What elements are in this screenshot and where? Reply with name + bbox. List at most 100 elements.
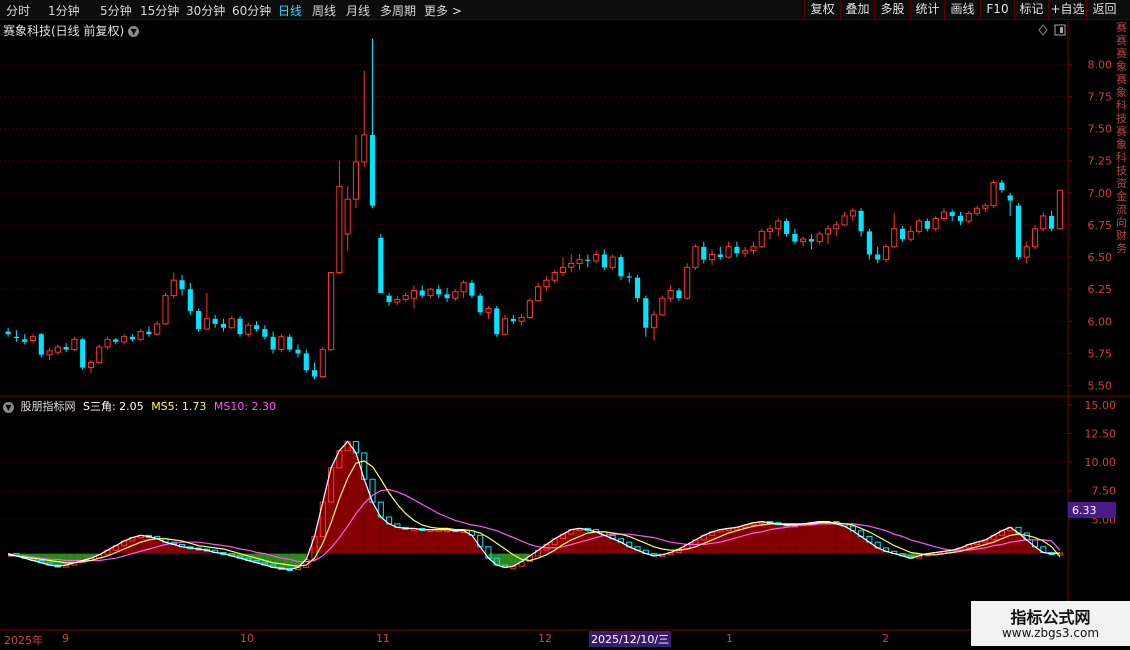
candle-body [460, 282, 467, 293]
candle-body [676, 290, 682, 299]
date-axis: 2025年 9 10 11 12 2025/12/10/三 1 2 [0, 630, 1068, 650]
candle-body [858, 210, 864, 232]
date-label: 1 [726, 632, 733, 645]
candle-body [667, 289, 674, 299]
indicator-area [397, 527, 406, 554]
stock-title[interactable]: 赛象科技(日线 前复权) ▼ [3, 22, 140, 39]
candle-body [618, 257, 624, 277]
candle-body [469, 282, 475, 296]
price-tick-label: 6.25 [1088, 283, 1113, 296]
candle-body [1023, 246, 1030, 258]
indicator-area [49, 553, 58, 567]
candle-body [899, 228, 906, 240]
candle-body [701, 246, 707, 260]
candle-body [990, 182, 997, 207]
candle-body [800, 238, 807, 243]
candle-body [5, 331, 11, 335]
candle-body [535, 286, 542, 302]
candle-body [328, 271, 335, 351]
indicator-area [1010, 527, 1019, 554]
candle-body [824, 228, 832, 235]
candle-body [518, 316, 525, 322]
candle-body [833, 224, 840, 230]
candle-body [766, 228, 774, 232]
date-label: 11 [376, 632, 390, 645]
indicator-header: ▼ 股朋指标网 S三角: 2.05 MS5: 1.73 MS10: 2.30 [3, 398, 276, 414]
candle-body [965, 212, 972, 222]
candle-body [146, 331, 152, 335]
candle-body [601, 254, 607, 268]
indicator-name[interactable]: 股朋指标网 [21, 400, 76, 413]
price-tick-label: 7.50 [1088, 123, 1113, 136]
indicator-tick-label: 10.00 [1085, 456, 1117, 469]
indicator-area [786, 525, 795, 554]
candle-body [576, 259, 583, 264]
ms5-value-label: MS5: 1.73 [151, 400, 207, 413]
candle-body [113, 339, 119, 342]
indicator-area [803, 522, 812, 554]
candle-body [717, 254, 723, 258]
indicator-area [405, 528, 414, 554]
indicator-area [422, 529, 431, 554]
candle-body [170, 279, 177, 297]
candle-body [875, 254, 881, 260]
candle-body [228, 318, 235, 329]
candle-body [1007, 195, 1013, 201]
indicator-area [811, 521, 820, 554]
date-label: 2025年 [4, 634, 43, 647]
candle-body [551, 271, 558, 281]
watermark: 指标公式网 www.zbgs3.com [971, 601, 1130, 646]
candle-body [369, 134, 376, 206]
indicator-tick-label: 15.00 [1085, 399, 1117, 412]
candle-body [336, 185, 343, 273]
candle-body [196, 311, 202, 330]
candle-body [916, 220, 923, 232]
indicator-area [1001, 527, 1011, 554]
candle-body [568, 262, 575, 268]
candle-body [725, 246, 732, 258]
candle-body [54, 346, 61, 353]
candle-body [452, 291, 459, 299]
date-label: 10 [240, 632, 254, 645]
side-info-band[interactable]: 赛赛赛象赛象科技赛象科技资金流向财务 [1116, 21, 1130, 391]
date-label: 2 [882, 632, 889, 645]
candle-body [378, 237, 384, 294]
price-tick-label: 6.75 [1088, 219, 1113, 232]
price-axis: 8.00 7.75 7.50 7.25 7.00 6.75 6.50 6.25 6.00 5.75… [1068, 58, 1113, 393]
candle-body [634, 277, 641, 299]
candle-body [154, 323, 161, 335]
candle-body [121, 336, 128, 343]
candle-body [494, 308, 500, 335]
candle-body [38, 334, 44, 355]
indicator-area [571, 528, 580, 554]
price-tick-label: 7.00 [1088, 187, 1113, 200]
candle-body [394, 298, 401, 303]
candle-body [220, 323, 227, 328]
candle-body [63, 347, 69, 350]
indicator-area [438, 529, 448, 554]
candle-body [245, 324, 252, 335]
indicator-grid [0, 404, 1068, 520]
candle-body [643, 298, 649, 328]
date-label: 12 [538, 632, 552, 645]
chevron-down-icon[interactable]: ▼ [128, 26, 140, 37]
candle-body [982, 205, 989, 209]
candle-body [593, 253, 600, 262]
candle-body [1015, 205, 1022, 258]
candlestick-chart[interactable]: 8.00 7.75 7.50 7.25 7.00 6.75 6.50 6.25 6.00 5.75… [0, 0, 1130, 650]
candle-body [13, 336, 19, 339]
candle-body [262, 329, 268, 337]
chevron-down-icon[interactable]: ▼ [3, 401, 14, 413]
candle-body [104, 338, 111, 348]
candle-body [940, 211, 947, 219]
candle-body [477, 295, 483, 313]
candle-body [841, 215, 848, 226]
candle-body [882, 246, 890, 261]
candle-body [866, 231, 872, 255]
price-tick-label: 7.25 [1088, 155, 1113, 168]
candle-body [999, 182, 1005, 191]
candle-body [932, 217, 939, 230]
candle-body [319, 349, 326, 378]
candle-body [22, 339, 28, 342]
candle-body [651, 314, 658, 329]
